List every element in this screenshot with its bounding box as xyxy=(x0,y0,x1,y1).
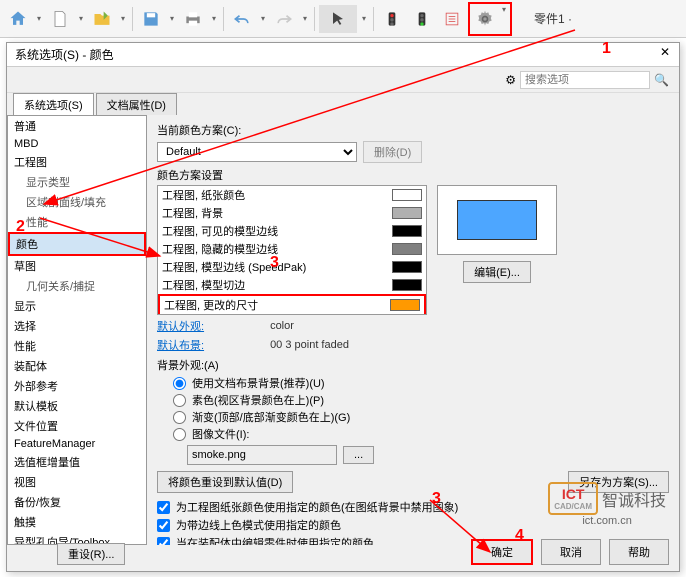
color-item[interactable]: 工程图, 模型边线 (SpeedPak) xyxy=(158,258,426,276)
print-icon[interactable] xyxy=(179,5,207,33)
color-item[interactable]: 工程图, 纸张颜色 xyxy=(158,186,426,204)
scheme-combo[interactable]: Default xyxy=(157,142,357,162)
ok-button[interactable]: 确定 xyxy=(471,539,533,565)
sidebar-item[interactable]: 颜色 xyxy=(8,232,146,256)
dropdown-icon[interactable]: ▾ xyxy=(118,14,128,23)
sidebar-item[interactable]: 装配体 xyxy=(8,356,146,376)
gear-icon[interactable] xyxy=(471,5,499,33)
main-panel: 当前颜色方案(C): Default 删除(D) 颜色方案设置 工程图, 纸张颜… xyxy=(147,115,679,545)
sidebar-item[interactable]: 备份/恢复 xyxy=(8,492,146,512)
cancel-button[interactable]: 取消 xyxy=(541,539,601,565)
dropdown-icon[interactable]: ▾ xyxy=(499,5,509,33)
settings-label: 颜色方案设置 xyxy=(157,167,669,183)
color-item[interactable]: 工程图, 更改的尺寸 xyxy=(158,294,426,315)
help-button[interactable]: 帮助 xyxy=(609,539,669,565)
dropdown-icon[interactable]: ▾ xyxy=(76,14,86,23)
document-title: 零件1 · xyxy=(534,10,572,27)
dropdown-icon[interactable]: ▾ xyxy=(34,14,44,23)
watermark: ICTCAD/CAM 智诚科技 ict.com.cn xyxy=(548,482,666,527)
edit-color-button[interactable]: 编辑(E)... xyxy=(463,261,531,283)
gear-small-icon: ⚙ xyxy=(505,73,516,87)
close-icon[interactable]: ✕ xyxy=(655,45,675,65)
dropdown-icon[interactable]: ▾ xyxy=(258,14,268,23)
bg-label: 背景外观:(A) xyxy=(157,357,669,373)
category-sidebar[interactable]: 普通MBD工程图显示类型区域剖面线/填充性能颜色草图几何关系/捕捉显示选择性能装… xyxy=(7,115,147,545)
traffic-green-icon[interactable] xyxy=(408,5,436,33)
appearance-value: color xyxy=(270,320,294,332)
sidebar-item[interactable]: 工程图 xyxy=(8,152,146,172)
redo-icon[interactable] xyxy=(270,5,298,33)
sidebar-item[interactable]: 普通 xyxy=(8,116,146,136)
image-file-input[interactable] xyxy=(187,445,337,465)
reset-colors-button[interactable]: 将颜色重设到默认值(D) xyxy=(157,471,293,493)
dropdown-icon[interactable]: ▾ xyxy=(209,14,219,23)
scheme-label: 当前颜色方案(C): xyxy=(157,122,241,138)
bg-radio[interactable]: 渐变(顶部/底部渐变颜色在上)(G) xyxy=(173,409,669,425)
save-icon[interactable] xyxy=(137,5,165,33)
tab-bar: 系统选项(S) 文档属性(D) xyxy=(7,93,679,115)
dropdown-icon[interactable]: ▾ xyxy=(359,14,369,23)
bg-radio[interactable]: 图像文件(I): xyxy=(173,426,669,442)
color-preview xyxy=(437,185,557,255)
browse-button[interactable]: ... xyxy=(343,446,374,464)
dropdown-icon[interactable]: ▾ xyxy=(167,14,177,23)
sidebar-item[interactable]: 外部参考 xyxy=(8,376,146,396)
default-scene-link[interactable]: 默认布景: xyxy=(157,337,204,353)
select-icon[interactable] xyxy=(319,5,357,33)
sidebar-item[interactable]: 默认模板 xyxy=(8,396,146,416)
sidebar-item[interactable]: 显示类型 xyxy=(8,172,146,192)
sidebar-item[interactable]: 性能 xyxy=(8,336,146,356)
undo-icon[interactable] xyxy=(228,5,256,33)
search-icon[interactable]: 🔍 xyxy=(654,73,669,87)
main-toolbar: ▾ ▾ ▾ ▾ ▾ ▾ ▾ ▾ ▾ 零件1 · xyxy=(0,0,686,38)
color-item[interactable]: 工程图, 可见的模型边线 xyxy=(158,222,426,240)
color-item[interactable]: 工程图, 隐藏的模型边线 xyxy=(158,240,426,258)
sidebar-item[interactable]: 性能 xyxy=(8,212,146,232)
sidebar-item[interactable]: 视图 xyxy=(8,472,146,492)
bg-radio[interactable]: 素色(视区背景颜色在上)(P) xyxy=(173,392,669,408)
sidebar-item[interactable]: 显示 xyxy=(8,296,146,316)
sidebar-item[interactable]: 文件位置 xyxy=(8,416,146,436)
open-icon[interactable] xyxy=(88,5,116,33)
sidebar-item[interactable]: 几何关系/捕捉 xyxy=(8,276,146,296)
sidebar-item[interactable]: 选择 xyxy=(8,316,146,336)
color-list[interactable]: 工程图, 纸张颜色工程图, 背景工程图, 可见的模型边线工程图, 隐藏的模型边线… xyxy=(157,185,427,315)
dialog-title: 系统选项(S) - 颜色 xyxy=(7,43,679,67)
bg-radio[interactable]: 使用文档布景背景(推荐)(U) xyxy=(173,375,669,391)
sidebar-item[interactable]: 选值框增量值 xyxy=(8,452,146,472)
sidebar-item[interactable]: 区域剖面线/填充 xyxy=(8,192,146,212)
list-icon[interactable] xyxy=(438,5,466,33)
new-icon[interactable] xyxy=(46,5,74,33)
sidebar-item[interactable]: 草图 xyxy=(8,256,146,276)
tab-system-options[interactable]: 系统选项(S) xyxy=(13,93,94,115)
home-icon[interactable] xyxy=(4,5,32,33)
sidebar-item[interactable]: MBD xyxy=(8,136,146,152)
color-item[interactable]: 工程图, 模型切边 xyxy=(158,276,426,294)
search-input[interactable] xyxy=(520,71,650,89)
delete-button[interactable]: 删除(D) xyxy=(363,141,422,163)
sidebar-item[interactable]: 触摸 xyxy=(8,512,146,532)
search-bar: ⚙ 🔍 xyxy=(7,67,679,93)
tab-document-props[interactable]: 文档属性(D) xyxy=(96,93,177,115)
dialog-buttons: 确定 取消 帮助 xyxy=(471,539,669,565)
sidebar-item[interactable]: FeatureManager xyxy=(8,436,146,452)
dropdown-icon[interactable]: ▾ xyxy=(300,14,310,23)
default-appearance-link[interactable]: 默认外观: xyxy=(157,318,204,334)
scene-value: 00 3 point faded xyxy=(270,339,349,351)
color-item[interactable]: 工程图, 背景 xyxy=(158,204,426,222)
reset-button[interactable]: 重设(R)... xyxy=(57,543,125,565)
traffic-red-icon[interactable] xyxy=(378,5,406,33)
